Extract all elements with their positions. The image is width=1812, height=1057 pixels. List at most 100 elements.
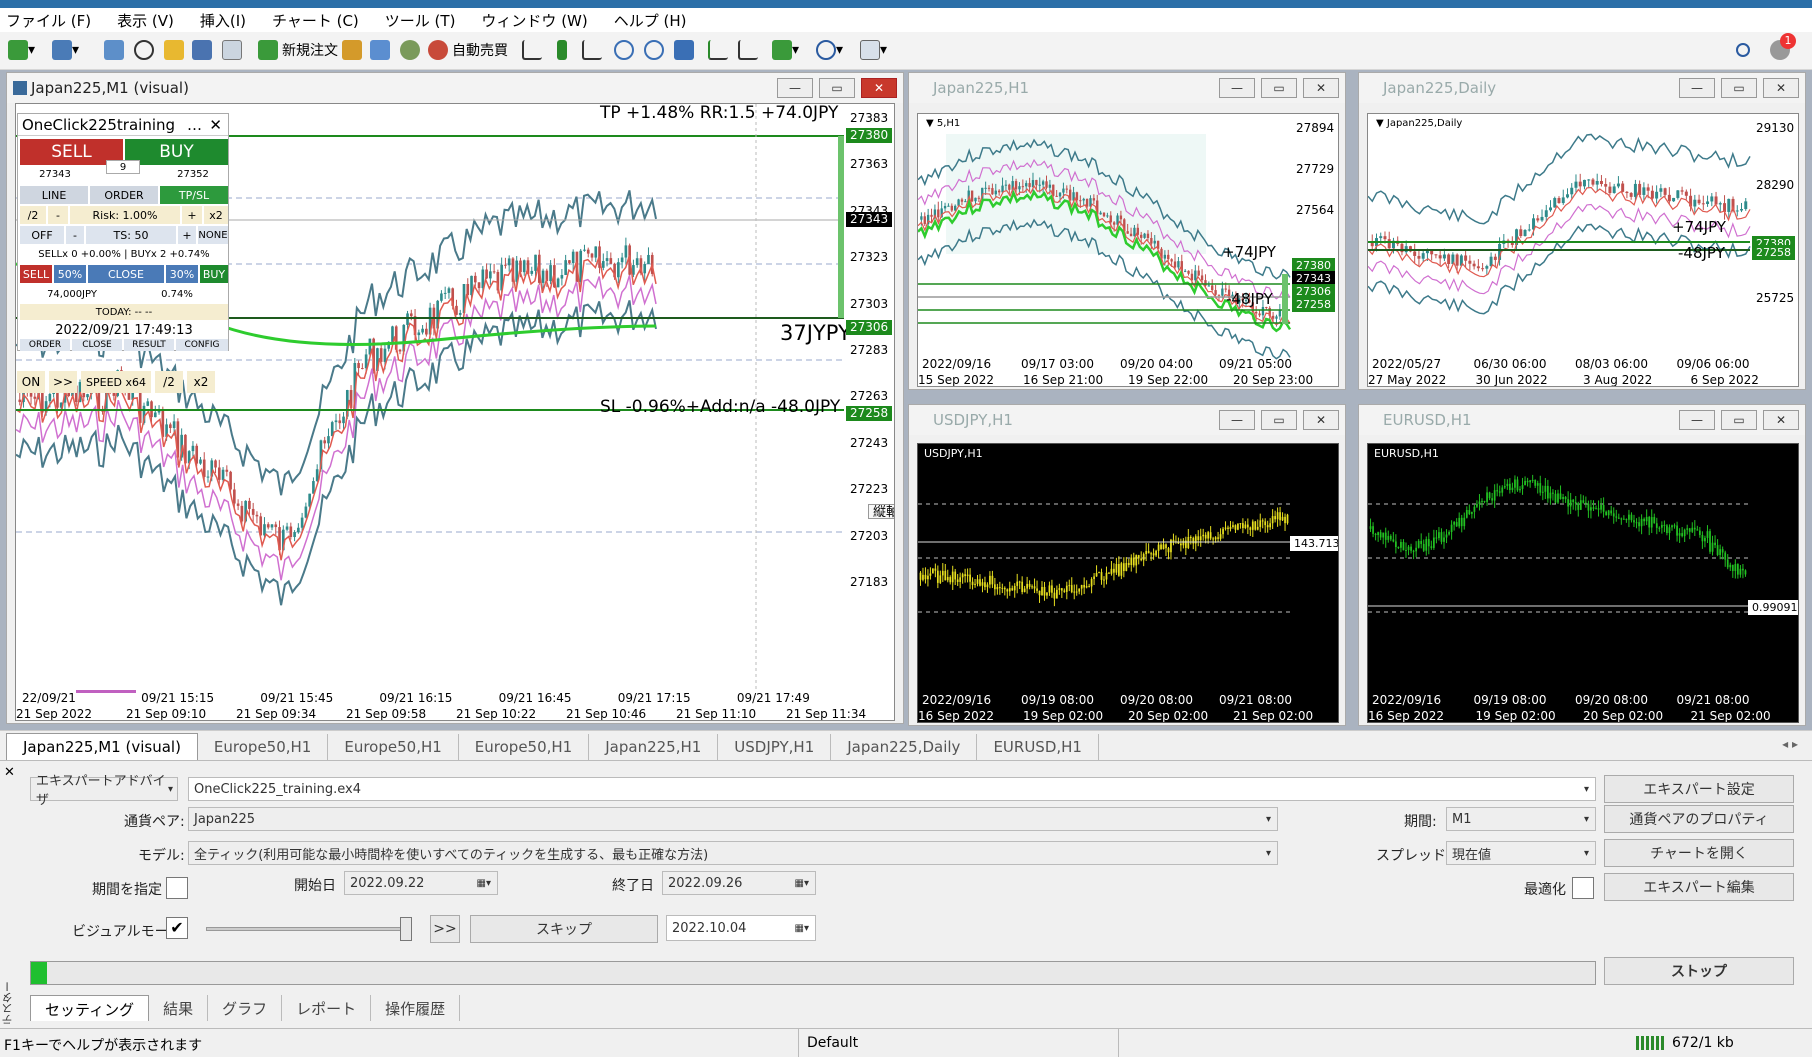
- maximize-button[interactable]: ▭: [1721, 410, 1757, 430]
- speed-double-button[interactable]: x2: [187, 371, 215, 393]
- terminal-button[interactable]: [192, 39, 212, 61]
- maximize-button[interactable]: ▭: [1261, 78, 1297, 98]
- menu-insert[interactable]: 挿入(I): [200, 10, 246, 31]
- spread-select[interactable]: 現在値 ▾: [1446, 841, 1596, 865]
- line-chart-button[interactable]: [582, 39, 602, 61]
- minimize-button[interactable]: —: [1219, 78, 1255, 98]
- tab-japan225-daily[interactable]: Japan225,Daily: [831, 734, 978, 760]
- model-select[interactable]: 全ティック(利用可能な最小時間枠を使いすべてのティックを生成する、最も正確な方法…: [188, 841, 1278, 865]
- zoom-in-button[interactable]: [614, 39, 634, 61]
- minimize-button[interactable]: —: [1219, 410, 1255, 430]
- tab-results[interactable]: 結果: [149, 995, 209, 1021]
- profiles-button[interactable]: ▾: [52, 39, 79, 61]
- meta-editor-button[interactable]: [342, 39, 362, 61]
- fast-forward-button[interactable]: >>: [430, 915, 460, 943]
- use-date-checkbox[interactable]: [166, 877, 188, 899]
- data-window-button[interactable]: [134, 39, 154, 61]
- navigator-button[interactable]: [164, 39, 184, 61]
- community-button[interactable]: [370, 39, 390, 61]
- tab-europe50-h1[interactable]: Europe50,H1: [328, 734, 459, 760]
- skip-button[interactable]: スキップ: [470, 915, 658, 943]
- risk-x2-button[interactable]: x2: [204, 206, 228, 224]
- close-30-button[interactable]: 30%: [166, 265, 198, 283]
- menu-chart[interactable]: チャート (C): [272, 10, 359, 31]
- tester-button[interactable]: [222, 39, 242, 61]
- menu-order-button[interactable]: ORDER: [20, 339, 70, 351]
- tab-europe50-h1[interactable]: Europe50,H1: [459, 734, 590, 760]
- pair-select[interactable]: Japan225 ▾: [188, 807, 1278, 831]
- oneclick-minimize-icon[interactable]: …: [187, 116, 202, 134]
- close-buy-button[interactable]: BUY: [200, 265, 228, 283]
- minimize-button[interactable]: —: [777, 78, 813, 98]
- tester-close-icon[interactable]: ✕: [4, 765, 15, 780]
- new-chart-button[interactable]: ▾: [8, 39, 35, 61]
- fast-forward-button[interactable]: >>: [49, 371, 77, 393]
- tab-europe50-h1[interactable]: Europe50,H1: [198, 734, 329, 760]
- maximize-button[interactable]: ▭: [819, 78, 855, 98]
- period-select[interactable]: M1 ▾: [1446, 807, 1596, 831]
- menu-config-button[interactable]: CONFIG: [176, 339, 228, 351]
- oneclick-close-icon[interactable]: ✕: [209, 116, 222, 134]
- tab-scroll-arrows[interactable]: ◂ ▸: [1782, 737, 1798, 751]
- line-button[interactable]: LINE: [20, 186, 88, 204]
- price-scale[interactable]: 27383 27363 27343 27323 27303 27283 27263 27243…: [844, 104, 894, 704]
- open-chart-button[interactable]: チャートを開く: [1604, 839, 1794, 867]
- tab-japan225-m1[interactable]: Japan225,M1 (visual): [6, 733, 198, 760]
- play-on-button[interactable]: ON: [17, 371, 45, 393]
- menu-tools[interactable]: ツール (T): [385, 10, 456, 31]
- edit-expert-button[interactable]: エキスパート編集: [1604, 873, 1794, 901]
- speed-slider-handle[interactable]: [400, 917, 412, 941]
- risk-minus-button[interactable]: -: [48, 206, 68, 224]
- expert-type-select[interactable]: エキスパートアドバイザ ▾: [30, 774, 178, 808]
- price-scale[interactable]: 27894 27729 27564: [1290, 114, 1338, 354]
- auto-trade-button[interactable]: 自動売買: [428, 39, 508, 61]
- chart-window-eurusd-h1[interactable]: EURUSD,H1 — ▭ ✕ EURUSD,H1 1.00455 1.00035 0.…: [1358, 404, 1806, 726]
- close-sell-button[interactable]: SELL: [20, 265, 52, 283]
- close-50-button[interactable]: 50%: [54, 265, 86, 283]
- tab-report[interactable]: レポート: [282, 995, 372, 1021]
- minimize-button[interactable]: —: [1679, 78, 1715, 98]
- visual-mode-checkbox[interactable]: ✔: [166, 917, 188, 939]
- periods-button[interactable]: ▾: [816, 39, 843, 61]
- tpsl-button[interactable]: TP/SL: [160, 186, 228, 204]
- tab-journal[interactable]: 操作履歴: [371, 995, 461, 1021]
- close-button[interactable]: ✕: [1763, 410, 1799, 430]
- optimize-checkbox[interactable]: [1572, 877, 1594, 899]
- price-scale[interactable]: 29130282902658025725: [1750, 114, 1798, 354]
- signals-button[interactable]: [400, 39, 420, 61]
- tab-graph[interactable]: グラフ: [208, 995, 283, 1021]
- expert-settings-button[interactable]: エキスパート設定: [1604, 775, 1794, 803]
- candle-chart-button[interactable]: [552, 39, 567, 61]
- ts-none-button[interactable]: NONE: [198, 226, 228, 244]
- menu-result-button[interactable]: RESULT: [124, 339, 174, 351]
- chart-window-usdjpy-h1[interactable]: USDJPY,H1 — ▭ ✕ USDJPY,H1 144.355 143.950 14…: [908, 404, 1346, 726]
- menu-help[interactable]: ヘルプ (H): [614, 10, 687, 31]
- pair-properties-button[interactable]: 通貨ペアのプロパティ: [1604, 805, 1794, 833]
- risk-plus-button[interactable]: +: [182, 206, 202, 224]
- indicators-button[interactable]: ▾: [772, 39, 799, 61]
- templates-button[interactable]: ▾: [860, 39, 887, 61]
- minimize-button[interactable]: —: [1679, 410, 1715, 430]
- ts-off-button[interactable]: OFF: [20, 226, 64, 244]
- speed-half-button[interactable]: /2: [155, 371, 183, 393]
- end-date-picker[interactable]: 2022.09.26 ▦▾: [662, 871, 816, 895]
- buy-button[interactable]: BUY: [125, 139, 228, 165]
- menu-view[interactable]: 表示 (V): [117, 10, 174, 31]
- chart-area[interactable]: ▼ 5,H1 27894 27729 27564 27380 27343 27306…: [917, 113, 1339, 387]
- ts-minus-button[interactable]: -: [66, 226, 84, 244]
- close-all-button[interactable]: CLOSE: [88, 265, 164, 283]
- stop-button[interactable]: ストップ: [1604, 957, 1794, 985]
- menu-close-button[interactable]: CLOSE: [72, 339, 122, 351]
- tab-settings[interactable]: セッティング: [30, 995, 150, 1021]
- chart-window-japan225-h1[interactable]: Japan225,H1 — ▭ ✕ ▼ 5,H1 27894 27729 27564 2…: [908, 72, 1346, 390]
- chart-window-japan225-daily[interactable]: Japan225,Daily — ▭ ✕ ▼ Japan225,Daily 2913…: [1358, 72, 1806, 390]
- price-scale[interactable]: 1.00455 1.00035 0.99610 0.99190 0.98770: [1748, 444, 1798, 690]
- menu-window[interactable]: ウィンドウ (W): [481, 10, 587, 31]
- tab-usdjpy-h1[interactable]: USDJPY,H1: [718, 734, 832, 760]
- speed-slider-track[interactable]: [206, 927, 412, 931]
- chart-area[interactable]: EURUSD,H1 1.00455 1.00035 0.99610 0.99190 0.…: [1367, 443, 1799, 723]
- order-button[interactable]: ORDER: [90, 186, 158, 204]
- close-button[interactable]: ✕: [1303, 78, 1339, 98]
- menu-file[interactable]: ファイル (F): [6, 10, 91, 31]
- new-order-button[interactable]: 新規注文: [258, 39, 338, 61]
